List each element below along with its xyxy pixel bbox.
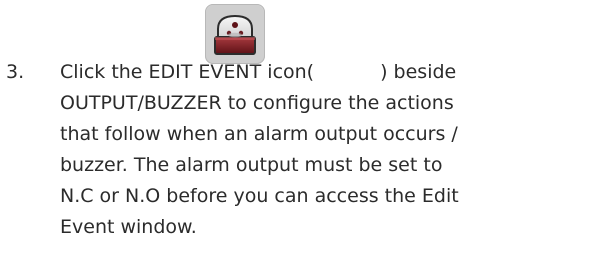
step-line-5: N.C or N.O before you can access the Edi…	[60, 185, 459, 207]
step-line-3: that follow when an alarm output occurs …	[60, 123, 458, 145]
step-line-6: Event window.	[60, 216, 197, 238]
step-line-4: buzzer. The alarm output must be set to	[60, 154, 443, 176]
step-number: 3.	[6, 61, 25, 83]
edit-event-icon	[205, 4, 265, 64]
edit-event-icon-graphic	[206, 5, 264, 63]
icon-slot	[314, 58, 380, 78]
step-body: Click the EDIT EVENT icon( ) beside OUTPU…	[60, 57, 585, 243]
step-line-1: Click the EDIT EVENT icon( ) beside	[60, 57, 585, 88]
step-line-1-end: ) beside	[380, 61, 457, 83]
step-line-2: OUTPUT/BUZZER to configure the actions	[60, 92, 454, 114]
step-line-1-start: Click the EDIT EVENT icon(	[60, 61, 315, 83]
